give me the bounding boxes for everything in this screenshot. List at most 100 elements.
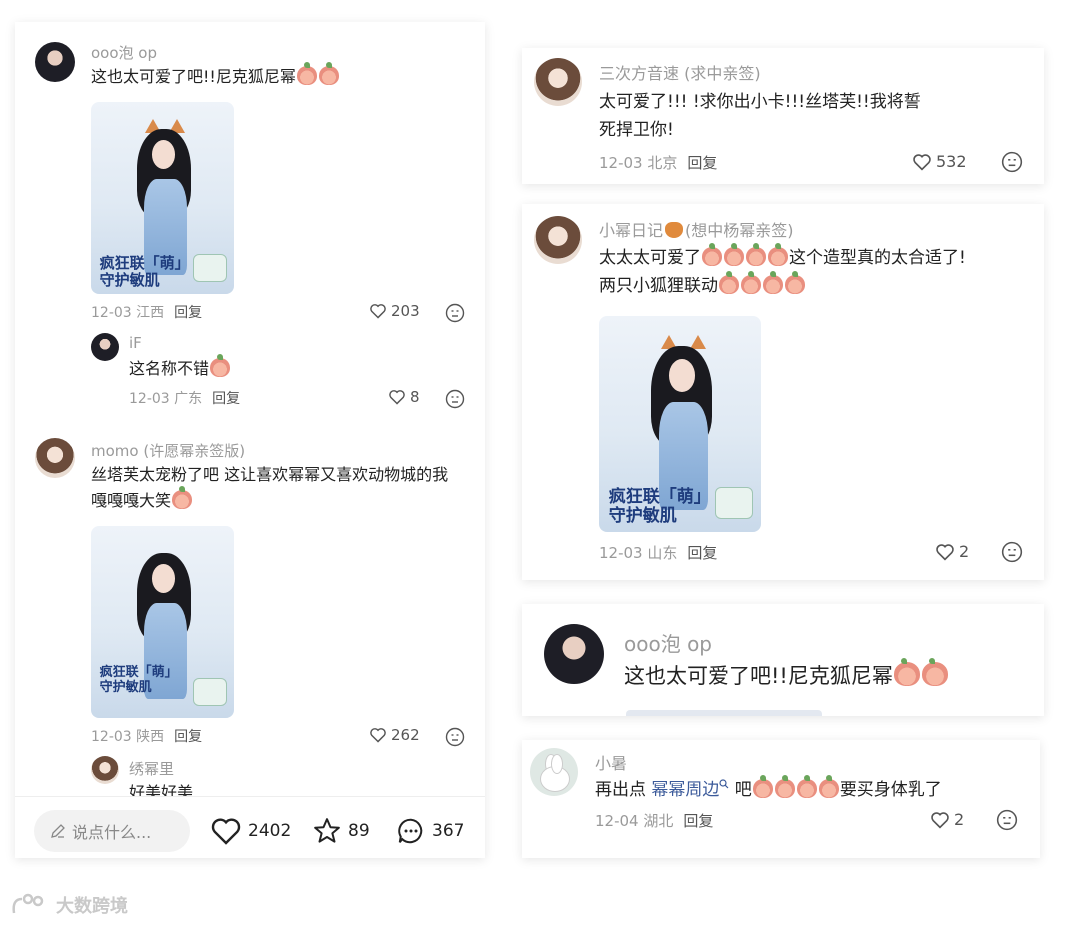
like-button[interactable]: 203 xyxy=(369,302,420,320)
avatar[interactable] xyxy=(35,42,75,82)
fox-emoji-icon xyxy=(665,222,684,238)
ad-slogan: 疯狂联「萌」 守护敏肌 xyxy=(99,254,190,289)
comment-text: 丝塔芙太宠粉了吧 这让喜欢幂幂又喜欢动物城的我 嘎嘎嘎大笑 xyxy=(91,465,449,510)
topic-link[interactable]: 幂幂周边 xyxy=(651,780,719,800)
ad-slogan: 疯狂联「萌」 守护敏肌 xyxy=(608,487,711,526)
search-icon[interactable] xyxy=(719,779,729,789)
comment-text: 这也太可爱了吧!!尼克狐尼幂 xyxy=(91,62,340,90)
pig-emoji-icon xyxy=(724,243,744,266)
pig-emoji-icon xyxy=(796,775,817,798)
pig-emoji-icon xyxy=(818,775,839,798)
comment-text: 太太太可爱了 这个造型真的太合适了! 两只小狐狸联动 xyxy=(599,243,966,296)
comment-meta: 12-03 北京 回复 xyxy=(599,154,718,172)
chat-bubble-icon xyxy=(398,818,423,844)
comment-meta: 12-03 陕西 回复 xyxy=(91,729,203,745)
comment-card: 小幂日记 (想中杨幂亲签) 太太太可爱了 这个造型真的太合适了! 两只小狐狸联动 疯… xyxy=(522,204,1044,580)
emoji-reaction-icon[interactable] xyxy=(445,389,465,409)
comment-image[interactable]: 疯狂联「萌」 守护敏肌 xyxy=(91,102,234,294)
peach-emoji-icon xyxy=(893,658,920,686)
comment-image[interactable]: 疯狂联「萌」 守护敏肌 xyxy=(599,316,761,532)
comment-meta: 12-03 广东 回复 xyxy=(129,391,241,407)
peach-emoji-icon xyxy=(785,271,805,294)
product-jar xyxy=(715,486,753,520)
comment-count-button[interactable]: 367 xyxy=(396,816,464,846)
avatar[interactable] xyxy=(544,624,604,684)
comment-username[interactable]: ooo泡 op xyxy=(91,42,157,63)
heart-icon xyxy=(370,304,386,319)
emoji-reaction-icon[interactable] xyxy=(1001,541,1023,563)
avatar[interactable] xyxy=(35,438,75,478)
comment-image[interactable]: 疯狂联「萌」 守护敏肌 xyxy=(91,526,234,718)
comment-input[interactable]: 说点什么... xyxy=(34,810,190,852)
peach-emoji-icon xyxy=(763,271,783,294)
like-button[interactable]: 2 xyxy=(935,542,969,561)
left-comment-panel: ooo泡 op 这也太可爱了吧!!尼克狐尼幂 疯狂联「萌」 守护敏肌 12-03… xyxy=(15,22,485,858)
reply-button[interactable]: 回复 xyxy=(174,729,202,745)
comment-card-zoomed: ooo泡 op 这也太可爱了吧!!尼克狐尼幂 xyxy=(522,604,1044,716)
emoji-reaction-icon[interactable] xyxy=(996,809,1018,831)
reply-button[interactable]: 回复 xyxy=(683,812,713,830)
comment-text-body: 这也太可爱了吧!!尼克狐尼幂 xyxy=(91,67,296,86)
avatar[interactable] xyxy=(534,216,582,264)
pig-emoji-icon xyxy=(768,243,788,266)
like-button[interactable]: 8 xyxy=(388,388,420,406)
comment-username[interactable]: 三次方音速 (求中亲签) xyxy=(599,60,761,84)
star-icon xyxy=(314,818,340,843)
avatar[interactable] xyxy=(91,756,119,784)
product-jar xyxy=(193,677,227,707)
comment-meta: 12-03 江西 回复 xyxy=(91,305,203,321)
comment-username[interactable]: ooo泡 op xyxy=(624,628,712,657)
like-button[interactable]: 532 xyxy=(912,152,967,171)
comment-image-partial xyxy=(626,710,822,716)
peach-emoji-icon xyxy=(921,658,948,686)
watermark-logo-icon xyxy=(12,893,44,914)
pig-emoji-icon xyxy=(752,775,773,798)
comment-text: 这名称不错 xyxy=(129,354,231,382)
comment-username[interactable]: iF xyxy=(129,334,142,352)
comment-card: 三次方音速 (求中亲签) 太可爱了!!! !求你出小卡!!!丝塔芙!!我将誓 死… xyxy=(522,48,1044,184)
like-total-button[interactable]: 2402 xyxy=(210,816,291,846)
comment-username[interactable]: 小暑 xyxy=(595,750,627,774)
comment-username[interactable]: 绣幂里 xyxy=(129,758,174,779)
comment-username[interactable]: momo (许愿幂亲签版) xyxy=(91,440,245,461)
comment-card: 小暑 再出点 幂幂周边 吧要买身体乳了 12-04 湖北 回复 2 xyxy=(522,740,1040,858)
peach-emoji-icon xyxy=(296,62,317,85)
like-button[interactable]: 2 xyxy=(930,810,964,829)
reply-button[interactable]: 回复 xyxy=(174,305,202,321)
emoji-reaction-icon[interactable] xyxy=(1001,151,1023,173)
peach-emoji-icon xyxy=(210,354,231,377)
comment-text: 这也太可爱了吧!!尼克狐尼幂 xyxy=(624,658,949,692)
heart-icon xyxy=(913,153,931,171)
peach-emoji-icon xyxy=(719,271,739,294)
heart-icon xyxy=(936,543,954,561)
emoji-reaction-icon[interactable] xyxy=(445,727,465,747)
heart-icon xyxy=(211,818,241,845)
pig-emoji-icon xyxy=(746,243,766,266)
pig-emoji-icon xyxy=(774,775,795,798)
avatar[interactable] xyxy=(534,58,582,106)
reply-button[interactable]: 回复 xyxy=(212,391,240,407)
heart-icon xyxy=(931,811,949,829)
heart-icon xyxy=(370,728,386,743)
comment-username[interactable]: 小幂日记 (想中杨幂亲签) xyxy=(599,217,794,241)
favorite-button[interactable]: 89 xyxy=(312,816,370,846)
comment-text: 太可爱了!!! !求你出小卡!!!丝塔芙!!我将誓 死捍卫你! xyxy=(599,92,921,140)
pig-emoji-icon xyxy=(172,486,193,509)
pig-emoji-icon xyxy=(702,243,722,266)
comment-text: 再出点 幂幂周边 吧要买身体乳了 xyxy=(595,775,942,800)
peach-emoji-icon xyxy=(741,271,761,294)
reply-button[interactable]: 回复 xyxy=(687,154,717,172)
heart-icon xyxy=(389,390,405,405)
pencil-icon xyxy=(51,824,65,838)
avatar[interactable] xyxy=(530,748,578,796)
avatar[interactable] xyxy=(91,333,119,361)
comment-meta: 12-04 湖北 回复 xyxy=(595,812,714,830)
reply-button[interactable]: 回复 xyxy=(687,544,717,562)
like-button[interactable]: 262 xyxy=(369,726,420,744)
ad-slogan: 疯狂联「萌」 守护敏肌 xyxy=(99,665,178,695)
comment-meta: 12-03 山东 回复 xyxy=(599,544,718,562)
product-jar xyxy=(193,253,227,283)
emoji-reaction-icon[interactable] xyxy=(445,303,465,323)
watermark: 大数跨境 xyxy=(10,892,128,918)
peach-emoji-icon xyxy=(318,62,339,85)
